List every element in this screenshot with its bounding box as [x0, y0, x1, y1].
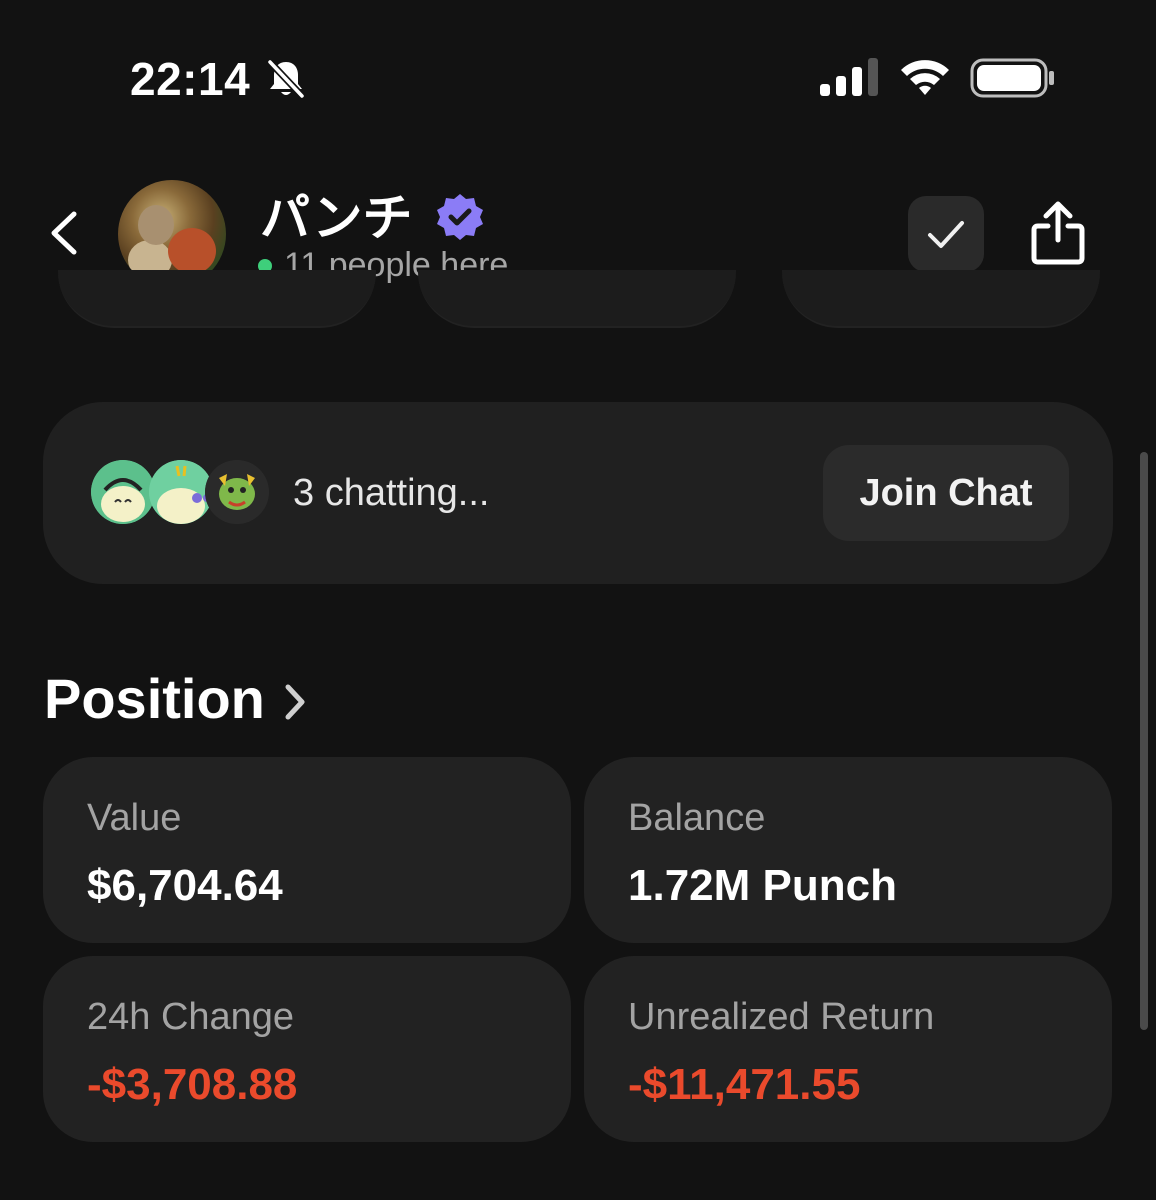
bell-slash-icon — [267, 59, 305, 99]
position-section-header[interactable]: Position — [44, 666, 307, 731]
stat-card-24h-change: 24h Change -$3,708.88 — [43, 956, 571, 1142]
stat-value: -$11,471.55 — [628, 1060, 861, 1109]
chevron-right-icon — [285, 684, 305, 719]
verified-icon — [436, 194, 483, 240]
check-button[interactable] — [908, 196, 984, 272]
section-title: Position — [44, 667, 265, 730]
stat-value: 1.72M Punch — [628, 861, 897, 910]
join-chat-button[interactable]: Join Chat — [823, 445, 1069, 541]
stat-label: Unrealized Return — [628, 996, 935, 1038]
scrollbar[interactable] — [1140, 452, 1148, 1030]
chatter-avatar — [91, 460, 155, 524]
chatter-avatar — [205, 460, 269, 524]
stat-card-value: Value $6,704.64 — [43, 757, 571, 943]
status-bar: 22:14 — [0, 0, 1156, 120]
page-title: パンチ — [260, 190, 413, 246]
chatter-avatar — [149, 460, 213, 524]
chat-card: 3 chatting... Join Chat — [43, 402, 1113, 584]
check-icon — [928, 221, 964, 248]
scrolled-pill — [782, 270, 1100, 328]
chat-avatars — [91, 460, 269, 526]
scrolled-pill — [58, 270, 376, 328]
title-row: パンチ — [260, 178, 485, 250]
stat-value: $6,704.64 — [87, 861, 283, 910]
stat-card-unrealized-return: Unrealized Return -$11,471.55 — [584, 956, 1112, 1142]
scrolled-pill — [418, 270, 736, 328]
share-icon[interactable] — [1028, 200, 1088, 266]
battery-icon — [970, 58, 1054, 98]
wifi-icon — [901, 60, 949, 95]
back-icon[interactable] — [40, 208, 90, 258]
stat-label: 24h Change — [87, 996, 295, 1038]
chatting-status: 3 chatting... — [293, 472, 490, 514]
stat-label: Value — [87, 797, 182, 839]
status-time: 22:14 — [130, 53, 251, 105]
cellular-signal-icon — [820, 58, 878, 96]
stat-card-balance: Balance 1.72M Punch — [584, 757, 1112, 943]
stat-value: -$3,708.88 — [87, 1060, 298, 1109]
stat-label: Balance — [628, 797, 766, 839]
